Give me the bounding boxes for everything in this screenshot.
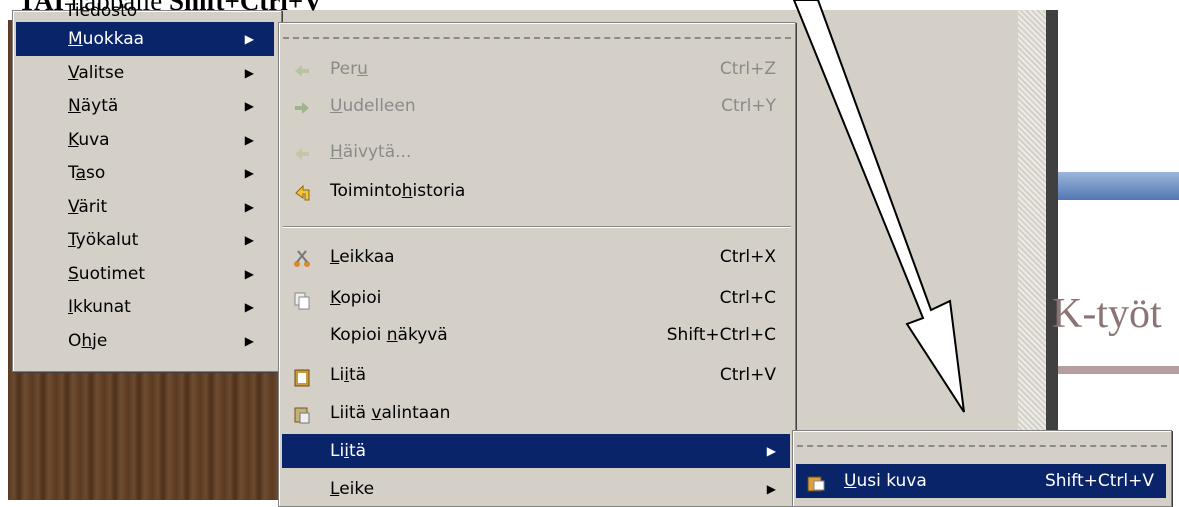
chevron-right-icon: ▶ <box>766 444 776 458</box>
menu-item-label: Leike <box>330 479 375 499</box>
edit-menu-item[interactable]: Liitä valintaan <box>282 396 790 430</box>
paste-submenu-item[interactable]: Uusi kuva Shift+Ctrl+V <box>796 464 1166 498</box>
copy-icon <box>292 288 312 310</box>
menu-item-ohje[interactable]: Ohje ▶ <box>16 324 274 358</box>
scroll-gutter <box>1018 10 1046 490</box>
edit-menu-item[interactable]: Liitä ▶ <box>282 434 790 468</box>
menu-item-label: Näytä <box>68 96 119 116</box>
tearoff-line[interactable] <box>283 37 791 39</box>
chevron-right-icon: ▶ <box>244 166 254 180</box>
shortcut-label: Ctrl+X <box>719 247 776 267</box>
edit-menu-item[interactable]: Häivytä... <box>282 135 790 169</box>
shortcut-label: Ctrl+V <box>719 365 776 385</box>
shortcut-label: Shift+Ctrl+C <box>666 325 776 345</box>
menu-item-työkalut[interactable]: Työkalut ▶ <box>16 223 274 257</box>
chevron-right-icon: ▶ <box>766 482 776 496</box>
menu-item-label: Ikkunat <box>68 297 131 317</box>
menu-item-label: Suotimet <box>68 263 146 284</box>
menu-item-suotimet[interactable]: Suotimet ▶ <box>16 257 274 291</box>
menu-item-label: Uusi kuva <box>844 471 927 491</box>
doc-heading: K-työt <box>1052 291 1162 337</box>
new-image-icon <box>806 471 826 492</box>
chevron-right-icon: ▶ <box>244 132 254 147</box>
edit-menu-item[interactable]: Leike ▶ <box>282 472 790 506</box>
menu-item-värit[interactable]: Värit ▶ <box>16 190 274 224</box>
pointer-arrow <box>792 0 965 413</box>
paste-icon <box>292 365 312 387</box>
menu-item-muokkaa[interactable]: Muokkaa ▶ <box>16 22 274 56</box>
edit-menu-item[interactable]: Kopioi näkyvä Shift+Ctrl+C <box>282 318 790 352</box>
menu-item-taso[interactable]: Taso ▶ <box>16 156 274 190</box>
menu-item-label: Uudelleen <box>330 96 416 116</box>
chevron-right-icon: ▶ <box>244 99 254 113</box>
shortcut-label: Shift+Ctrl+V <box>1044 471 1154 491</box>
redo-icon <box>292 96 312 116</box>
menu-item-ikkunat[interactable]: Ikkunat ▶ <box>16 290 274 324</box>
fade-icon <box>292 142 312 162</box>
menu-item-label: Muokkaa <box>68 29 145 49</box>
menu-item-näytä[interactable]: Näytä ▶ <box>16 89 274 123</box>
menu-item-label: Värit <box>68 196 108 217</box>
menu-item-label: Taso <box>68 163 106 183</box>
menu-item-partial[interactable]: Tiedosto <box>65 1 137 21</box>
menu-item-label: Valitse <box>68 62 125 83</box>
doc-banner <box>1058 172 1179 200</box>
menu-item-valitse[interactable]: Valitse ▶ <box>16 56 274 90</box>
menu-item-label: Kopioi <box>330 288 382 308</box>
chevron-right-icon: ▶ <box>244 233 254 247</box>
chevron-right-icon: ▶ <box>244 333 254 348</box>
edit-menu-item[interactable]: Kopioi Ctrl+C <box>282 281 790 315</box>
edit-menu-item[interactable]: Peru Ctrl+Z <box>282 52 790 86</box>
paste-into-icon <box>292 403 312 424</box>
menu-item-label: Liitä valintaan <box>330 403 451 423</box>
edit-menu-item[interactable]: Leikkaa Ctrl+X <box>282 240 790 274</box>
menu-item-label: Liitä <box>330 441 367 461</box>
menu-item-label: Kuva <box>68 129 110 150</box>
menu-item-label: Peru <box>330 59 368 79</box>
chevron-right-icon: ▶ <box>244 300 254 314</box>
chevron-right-icon: ▶ <box>244 266 254 281</box>
doc-rule <box>1058 366 1179 374</box>
cut-icon <box>292 247 312 267</box>
menu-item-label: Toimintohistoria <box>330 181 466 201</box>
menu-item-label: Työkalut <box>68 230 139 250</box>
window-border <box>1046 10 1058 490</box>
chevron-right-icon: ▶ <box>244 65 254 80</box>
menu-item-kuva[interactable]: Kuva ▶ <box>16 123 274 157</box>
chevron-right-icon: ▶ <box>244 199 254 214</box>
menu-item-label: Leikkaa <box>330 247 395 267</box>
edit-menu-item[interactable]: Uudelleen Ctrl+Y <box>282 89 790 123</box>
menu-item-label: Häivytä... <box>330 142 412 162</box>
shortcut-label: Ctrl+Z <box>719 59 776 79</box>
menu-item-label: Ohje <box>68 330 108 351</box>
edit-menu-item[interactable]: Toimintohistoria <box>282 174 790 208</box>
menu-item-label: Liitä <box>330 365 367 385</box>
undo-icon <box>292 59 312 79</box>
shortcut-label: Ctrl+C <box>719 288 776 308</box>
menu-separator <box>283 226 791 228</box>
edit-menu-item[interactable]: Liitä Ctrl+V <box>282 358 790 392</box>
chevron-right-icon: ▶ <box>244 32 254 46</box>
history-icon <box>292 181 312 201</box>
menu-item-label: Kopioi näkyvä <box>330 325 448 345</box>
shortcut-label: Ctrl+Y <box>721 96 776 116</box>
tearoff-line[interactable] <box>797 445 1167 447</box>
